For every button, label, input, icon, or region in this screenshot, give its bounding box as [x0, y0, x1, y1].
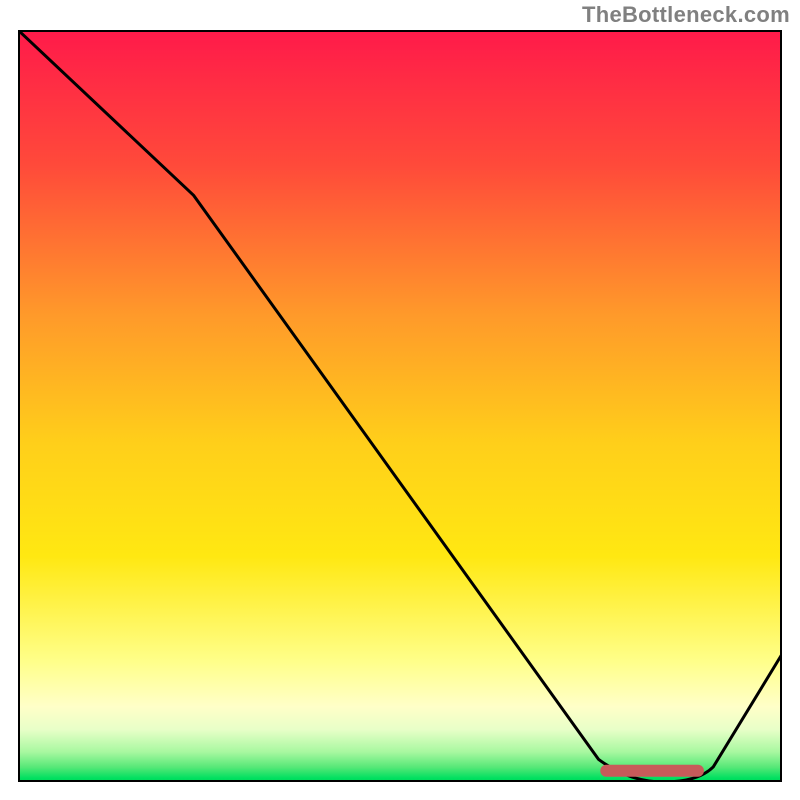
watermark-text: TheBottleneck.com — [582, 2, 790, 28]
optimum-marker — [600, 765, 704, 777]
chart-gradient-bg — [18, 30, 782, 782]
bottleneck-chart — [18, 30, 782, 782]
